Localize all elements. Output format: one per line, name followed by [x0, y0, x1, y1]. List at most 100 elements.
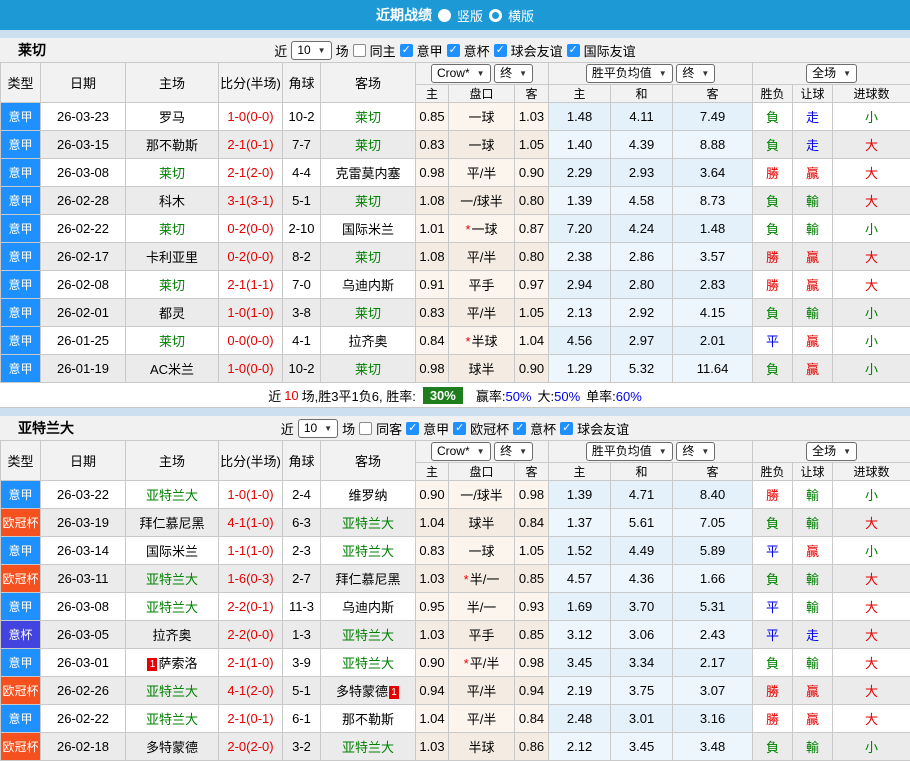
- team-label: 亚特兰大: [146, 600, 198, 615]
- league-checkbox-2[interactable]: [494, 44, 507, 57]
- corner-count: 2-7: [283, 565, 321, 593]
- chevron-down-icon: ▼: [843, 444, 851, 459]
- avg-away-odds: 8.40: [673, 481, 753, 509]
- result-group-header: 全场▼: [753, 441, 910, 463]
- chevron-down-icon: ▼: [324, 421, 332, 436]
- chevron-down-icon: ▼: [519, 444, 527, 459]
- match-score: 1-0(0-0): [219, 355, 283, 383]
- league-checkbox-2[interactable]: [513, 422, 526, 435]
- vertical-layout-radio[interactable]: [438, 9, 451, 22]
- handicap-line: *一球: [449, 215, 515, 243]
- league-type-badge: 意甲: [1, 481, 41, 509]
- vertical-layout-label[interactable]: 竖版: [457, 6, 483, 25]
- result-goals: 小: [833, 537, 910, 565]
- summary-bar: 近10场,胜3平1负6, 胜率:30%赢率:50%大:50%单率:60%: [0, 383, 910, 408]
- match-date: 26-03-08: [41, 159, 126, 187]
- avg-home-odds: 1.37: [549, 509, 611, 537]
- home-team: 莱切: [126, 327, 219, 355]
- win-rate-badge: 30%: [423, 387, 463, 404]
- avg-draw-odds: 2.80: [611, 271, 673, 299]
- horizontal-layout-radio[interactable]: [489, 9, 502, 22]
- home-team: AC米兰: [126, 355, 219, 383]
- match-score: 1-0(0-0): [219, 103, 283, 131]
- avg-odds-select[interactable]: 胜平负均值▼: [586, 64, 673, 83]
- league-type-badge: 意甲: [1, 243, 41, 271]
- match-row: 意甲26-03-08莱切2-1(2-0)4-4克雷莫内塞0.98平/半0.902…: [1, 159, 910, 187]
- final-avg-select[interactable]: 终▼: [676, 442, 715, 461]
- avg-home-odds: 2.12: [549, 733, 611, 761]
- match-score: 2-0(2-0): [219, 733, 283, 761]
- col-handicap: 盘口: [449, 463, 515, 481]
- league-checkbox-1[interactable]: [453, 422, 466, 435]
- league-label-1[interactable]: 意杯: [464, 41, 490, 60]
- col-score: 比分(半场): [219, 441, 283, 481]
- league-checkbox-3[interactable]: [567, 44, 580, 57]
- horizontal-layout-label[interactable]: 横版: [508, 6, 534, 25]
- result-handicap: 輸: [793, 299, 833, 327]
- same-venue-checkbox[interactable]: [359, 422, 372, 435]
- corner-count: 11-3: [283, 593, 321, 621]
- match-row: 欧冠杯26-03-19拜仁慕尼黑4-1(1-0)6-3亚特兰大1.04球半0.8…: [1, 509, 910, 537]
- result-handicap: 贏: [793, 159, 833, 187]
- league-checkbox-0[interactable]: [406, 422, 419, 435]
- same-venue-checkbox[interactable]: [353, 44, 366, 57]
- handicap-line: 一球: [449, 537, 515, 565]
- scope-select[interactable]: 全场▼: [806, 64, 857, 83]
- result-wdl: 平: [753, 327, 793, 355]
- final-odds-select[interactable]: 终▼: [494, 64, 533, 83]
- bookmaker-select[interactable]: Crow*▼: [431, 64, 491, 83]
- section-bar-atalanta: 亚特兰大 近 10▼ 场 同客 意甲 欧冠杯 意杯 球会友谊: [0, 416, 910, 440]
- final-odds-select[interactable]: 终▼: [494, 442, 533, 461]
- league-label-2[interactable]: 球会友谊: [511, 41, 563, 60]
- final-avg-select[interactable]: 终▼: [676, 64, 715, 83]
- result-goals: 大: [833, 131, 910, 159]
- col-odds-away: 客: [515, 85, 549, 103]
- match-row: 意甲26-03-011萨索洛2-1(1-0)3-9亚特兰大0.90*平/半0.9…: [1, 649, 910, 677]
- team-label: 莱切: [355, 250, 381, 265]
- result-handicap: 輸: [793, 509, 833, 537]
- result-handicap: 走: [793, 131, 833, 159]
- summary-stat: 赢率:50%: [476, 389, 532, 404]
- league-checkbox-0[interactable]: [400, 44, 413, 57]
- match-count-select[interactable]: 10▼: [298, 419, 338, 438]
- league-label-2[interactable]: 意杯: [530, 419, 556, 438]
- home-odds: 0.94: [416, 677, 449, 705]
- avg-away-odds: 3.57: [673, 243, 753, 271]
- col-wdl: 胜负: [753, 85, 793, 103]
- league-label-3[interactable]: 国际友谊: [584, 41, 636, 60]
- away-team: 亚特兰大: [321, 509, 416, 537]
- avg-odds-select[interactable]: 胜平负均值▼: [586, 442, 673, 461]
- section-divider: [0, 30, 910, 38]
- col-goals: 进球数: [833, 463, 910, 481]
- col-avg-away: 客: [673, 463, 753, 481]
- match-row: 意杯26-03-05拉齐奥2-2(0-0)1-3亚特兰大1.03平手0.853.…: [1, 621, 910, 649]
- avg-draw-odds: 4.36: [611, 565, 673, 593]
- bookmaker-select[interactable]: Crow*▼: [431, 442, 491, 461]
- match-count-select[interactable]: 10▼: [291, 41, 331, 60]
- chevron-down-icon: ▼: [843, 66, 851, 81]
- team-label: AC米兰: [150, 362, 194, 377]
- league-checkbox-1[interactable]: [447, 44, 460, 57]
- same-venue-label[interactable]: 同主: [370, 41, 396, 60]
- home-odds: 0.85: [416, 103, 449, 131]
- away-team: 莱切: [321, 243, 416, 271]
- league-label-0[interactable]: 意甲: [417, 41, 443, 60]
- scope-select[interactable]: 全场▼: [806, 442, 857, 461]
- corner-count: 1-3: [283, 621, 321, 649]
- section-divider: [0, 408, 910, 416]
- col-home: 主场: [126, 441, 219, 481]
- same-venue-label[interactable]: 同客: [376, 419, 402, 438]
- avg-away-odds: 8.88: [673, 131, 753, 159]
- avg-away-odds: 1.66: [673, 565, 753, 593]
- match-row: 意甲26-01-25莱切0-0(0-0)4-1拉齐奥0.84*半球1.044.5…: [1, 327, 910, 355]
- away-odds: 0.85: [515, 565, 549, 593]
- result-handicap: 走: [793, 621, 833, 649]
- chevron-down-icon: ▼: [701, 444, 709, 459]
- team-name: 莱切: [18, 40, 46, 60]
- home-team: 科木: [126, 187, 219, 215]
- league-label-1[interactable]: 欧冠杯: [470, 419, 509, 438]
- league-checkbox-3[interactable]: [560, 422, 573, 435]
- result-wdl: 負: [753, 733, 793, 761]
- league-label-0[interactable]: 意甲: [423, 419, 449, 438]
- league-label-3[interactable]: 球会友谊: [577, 419, 629, 438]
